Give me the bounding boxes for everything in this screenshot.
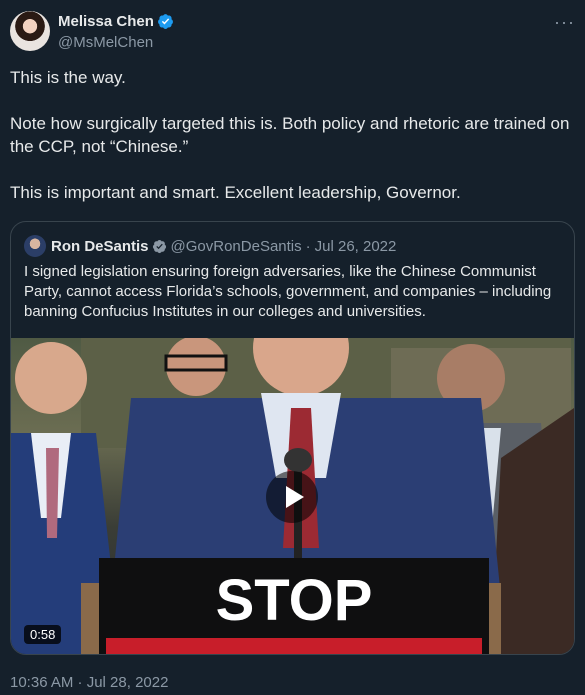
quoted-tweet-text: I signed legislation ensuring foreign ad… [24, 263, 552, 320]
tweet-timestamp[interactable]: 10:36 AM · Jul 28, 2022 [10, 674, 168, 691]
quoted-tweet-header: Ron DeSantis @GovRonDeSantis · Jul 26, 2… [24, 235, 396, 257]
tweet-header: Melissa Chen @MsMelChen ··· [10, 10, 575, 54]
play-icon[interactable] [266, 471, 318, 523]
verified-badge-icon [152, 239, 166, 253]
quoted-author-avatar [24, 235, 46, 257]
quoted-tweet[interactable]: Ron DeSantis @GovRonDeSantis · Jul 26, 2… [10, 221, 575, 655]
video-duration: 0:58 [24, 625, 62, 644]
author-name[interactable]: Melissa Chen [58, 13, 154, 30]
quoted-author-handle: @GovRonDeSantis [170, 237, 302, 255]
more-options-icon[interactable]: ··· [554, 12, 575, 33]
tweet-paragraph: Note how surgically targeted this is. Bo… [10, 114, 570, 156]
quoted-author-name: Ron DeSantis [51, 237, 149, 255]
podium-sign-text: STOP [216, 568, 373, 633]
video-player[interactable]: STOP 0:58 [11, 338, 574, 654]
tweet-paragraph: This is important and smart. Excellent l… [10, 183, 461, 202]
verified-badge-icon [157, 14, 173, 29]
tweet-paragraph: This is the way. [10, 68, 126, 87]
author-handle[interactable]: @MsMelChen [58, 34, 153, 51]
meta-separator: · [305, 237, 311, 255]
quoted-date: Jul 26, 2022 [314, 237, 397, 255]
author-name-row: Melissa Chen [58, 13, 174, 30]
author-avatar[interactable] [10, 11, 50, 51]
tweet-text: This is the way. Note how surgically tar… [10, 66, 576, 227]
